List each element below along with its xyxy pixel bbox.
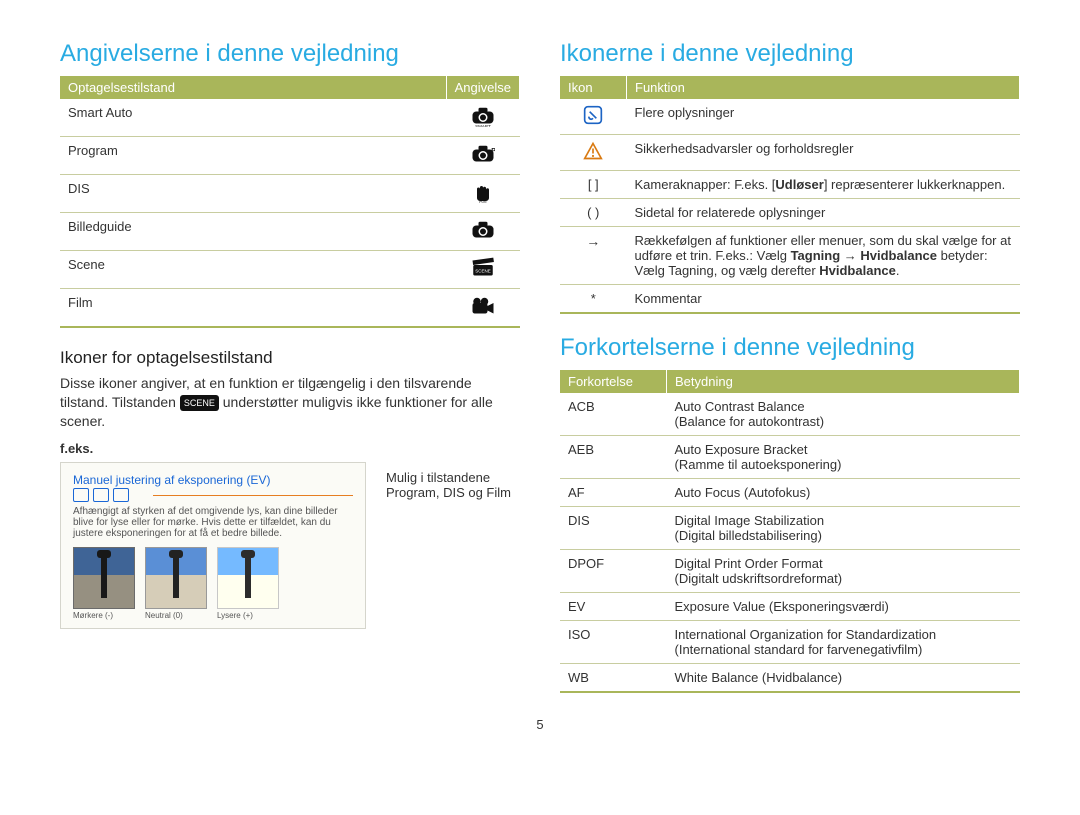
arrow-icon: → xyxy=(560,227,627,285)
mode-name: Smart Auto xyxy=(60,99,446,137)
icon-function: Rækkefølgen af funktioner eller menuer, … xyxy=(627,227,1020,285)
thumb-neutral xyxy=(145,547,207,609)
table-row: Scene SCENE xyxy=(60,251,520,289)
icon-function: Sikkerhedsadvarsler og forholdsregler xyxy=(627,135,1020,171)
mini-dis-icon xyxy=(93,488,109,502)
scene-badge-icon: SCENE xyxy=(180,395,219,411)
abbr-meaning: Exposure Value (Eksponeringsværdi) xyxy=(667,593,1020,621)
table-row: DPOFDigital Print Order Format(Digitalt … xyxy=(560,550,1020,593)
icon-function: Kommentar xyxy=(627,285,1020,314)
abbr-cell: DIS xyxy=(560,507,667,550)
abbr-cell: ACB xyxy=(560,393,667,436)
table-row: Billedguide xyxy=(60,213,520,251)
icons-header-icon: Ikon xyxy=(560,76,627,99)
modes-header-indication: Angivelse xyxy=(446,76,519,99)
thumb-lighter xyxy=(217,547,279,609)
modes-header-mode: Optagelsestilstand xyxy=(60,76,446,99)
table-row: Program P xyxy=(60,137,520,175)
abbr-header-meaning: Betydning xyxy=(667,370,1020,393)
info-icon xyxy=(560,99,627,135)
mode-name: Film xyxy=(60,289,446,328)
svg-text:SMART: SMART xyxy=(475,124,491,127)
table-row: AEBAuto Exposure Bracket(Ramme til autoe… xyxy=(560,436,1020,479)
table-row: AFAuto Focus (Autofokus) xyxy=(560,479,1020,507)
mini-camera-p-icon xyxy=(73,488,89,502)
mode-name: Program xyxy=(60,137,446,175)
table-row: [ ]Kameraknapper: F.eks. [Udløser] repræ… xyxy=(560,171,1020,199)
page-number: 5 xyxy=(60,717,1020,732)
example-label: f.eks. xyxy=(60,441,520,456)
brackets-icon: [ ] xyxy=(560,171,627,199)
icon-function: Flere oplysninger xyxy=(627,99,1020,135)
table-row: WBWhite Balance (Hvidbalance) xyxy=(560,664,1020,693)
mode-name: Scene xyxy=(60,251,446,289)
abbr-meaning: Auto Exposure Bracket(Ramme til autoeksp… xyxy=(667,436,1020,479)
icon-function: Sidetal for relaterede oplysninger xyxy=(627,199,1020,227)
table-row: *Kommentar xyxy=(560,285,1020,314)
abbr-cell: AF xyxy=(560,479,667,507)
asterisk-icon: * xyxy=(560,285,627,314)
svg-text:SCENE: SCENE xyxy=(475,269,491,274)
svg-text:P: P xyxy=(491,148,495,155)
table-row: DIS DIS xyxy=(60,175,520,213)
abbr-meaning: Auto Contrast Balance(Balance for autoko… xyxy=(667,393,1020,436)
camera-p-icon: P xyxy=(446,137,519,175)
abbr-meaning: International Organization for Standardi… xyxy=(667,621,1020,664)
callout-line xyxy=(153,495,353,496)
example-title: Manuel justering af eksponering (EV) xyxy=(73,473,353,489)
heading-indications: Angivelserne i denne vejledning xyxy=(60,40,520,68)
table-row: →Rækkefølgen af funktioner eller menuer,… xyxy=(560,227,1020,285)
abbr-meaning: Digital Print Order Format(Digitalt udsk… xyxy=(667,550,1020,593)
camera-smart-icon: SMART xyxy=(446,99,519,137)
abbr-cell: DPOF xyxy=(560,550,667,593)
table-row: Film xyxy=(60,289,520,328)
example-wrapper: Manuel justering af eksponering (EV) Afh… xyxy=(60,462,520,630)
abbr-meaning: Auto Focus (Autofokus) xyxy=(667,479,1020,507)
heading-icons: Ikonerne i denne vejledning xyxy=(560,40,1020,68)
example-callout-text: Mulig i tilstandene Program, DIS og Film xyxy=(386,462,520,500)
film-camera-icon xyxy=(446,289,519,328)
heading-abbr: Forkortelserne i denne vejledning xyxy=(560,334,1020,362)
icons-table: Ikon Funktion Flere oplysningerSikkerhed… xyxy=(560,76,1020,314)
abbr-cell: WB xyxy=(560,664,667,693)
paren-icon: ( ) xyxy=(560,199,627,227)
svg-text:DIS: DIS xyxy=(479,200,487,203)
table-row: Smart Auto SMART xyxy=(60,99,520,137)
abbr-cell: EV xyxy=(560,593,667,621)
table-row: DISDigital Image Stabilization(Digital b… xyxy=(560,507,1020,550)
abbr-cell: ISO xyxy=(560,621,667,664)
abbr-table: Forkortelse Betydning ACBAuto Contrast B… xyxy=(560,370,1020,693)
abbr-meaning: Digital Image Stabilization(Digital bill… xyxy=(667,507,1020,550)
table-row: ( )Sidetal for relaterede oplysninger xyxy=(560,199,1020,227)
abbr-meaning: White Balance (Hvidbalance) xyxy=(667,664,1020,693)
mode-icons-description: Disse ikoner angiver, at en funktion er … xyxy=(60,374,520,431)
table-row: EVExposure Value (Eksponeringsværdi) xyxy=(560,593,1020,621)
hand-dis-icon: DIS xyxy=(446,175,519,213)
icons-header-function: Funktion xyxy=(627,76,1020,99)
table-row: Sikkerhedsadvarsler og forholdsregler xyxy=(560,135,1020,171)
modes-table: Optagelsestilstand Angivelse Smart AutoS… xyxy=(60,76,520,328)
table-row: ISOInternational Organization for Standa… xyxy=(560,621,1020,664)
clapper-scene-icon: SCENE xyxy=(446,251,519,289)
subheading-mode-icons: Ikoner for optagelsestilstand xyxy=(60,348,520,368)
left-column: Angivelserne i denne vejledning Optagels… xyxy=(60,40,520,713)
abbr-header-abbr: Forkortelse xyxy=(560,370,667,393)
mode-name: Billedguide xyxy=(60,213,446,251)
right-column: Ikonerne i denne vejledning Ikon Funktio… xyxy=(560,40,1020,713)
mini-film-icon xyxy=(113,488,129,502)
abbr-cell: AEB xyxy=(560,436,667,479)
example-box: Manuel justering af eksponering (EV) Afh… xyxy=(60,462,366,630)
table-row: ACBAuto Contrast Balance(Balance for aut… xyxy=(560,393,1020,436)
icon-function: Kameraknapper: F.eks. [Udløser] repræsen… xyxy=(627,171,1020,199)
warning-icon xyxy=(560,135,627,171)
thumb-darker xyxy=(73,547,135,609)
example-desc: Afhængigt af styrken af det omgivende ly… xyxy=(73,506,353,539)
camera-guide-icon xyxy=(446,213,519,251)
mode-name: DIS xyxy=(60,175,446,213)
table-row: Flere oplysninger xyxy=(560,99,1020,135)
example-thumbs: Mørkere (-) Neutral (0) Lysere (+) xyxy=(73,547,353,620)
